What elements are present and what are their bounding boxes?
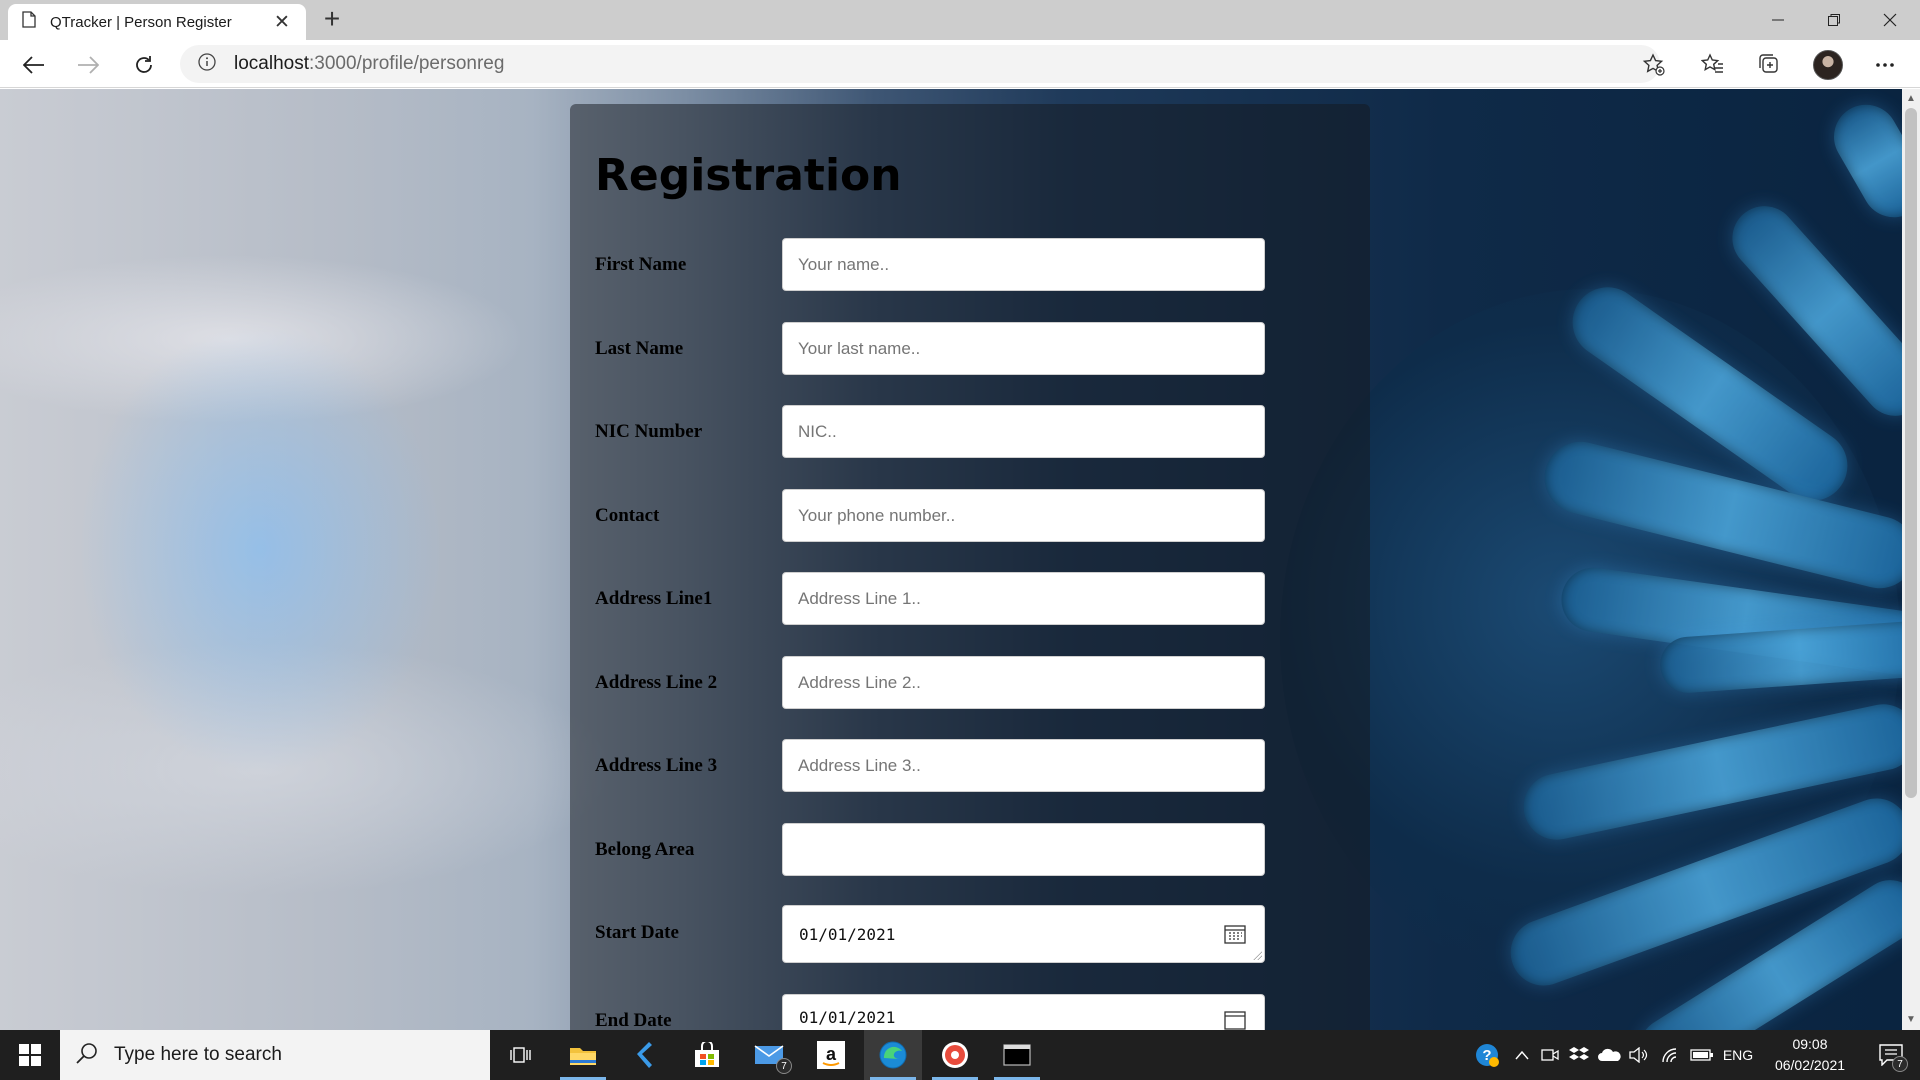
- start-date-value: 01/01/2021: [799, 924, 896, 944]
- nic-number-input[interactable]: [782, 405, 1265, 458]
- page-icon: [22, 11, 36, 33]
- first-name-input[interactable]: [782, 238, 1265, 291]
- add-favorite-icon[interactable]: [1638, 49, 1670, 81]
- page-title: Registration: [595, 150, 902, 201]
- back-arrow-icon: [23, 56, 44, 74]
- more-options-icon[interactable]: [1869, 49, 1901, 81]
- back-button[interactable]: [18, 49, 50, 81]
- close-tab-icon[interactable]: ✕: [272, 11, 292, 34]
- tab-strip: QTracker | Person Register ✕ +: [0, 0, 1920, 40]
- url-text: localhost:3000/profile/personreg: [234, 53, 505, 74]
- system-clock[interactable]: 09:08 06/02/2021: [1760, 1034, 1860, 1076]
- help-icon[interactable]: ?: [1470, 1030, 1504, 1080]
- belong-area-label: Belong Area: [595, 839, 695, 860]
- clock-time: 09:08: [1792, 1036, 1828, 1052]
- clock-date: 06/02/2021: [1774, 1057, 1846, 1073]
- address-line2-label: Address Line 2: [595, 672, 718, 693]
- address-line3-label: Address Line 3: [595, 755, 718, 776]
- new-tab-button[interactable]: +: [318, 5, 346, 34]
- scroll-up-arrow[interactable]: ▲: [1902, 90, 1920, 108]
- mail-badge: 7: [776, 1058, 792, 1074]
- amazon-icon[interactable]: a: [802, 1030, 860, 1080]
- edge-browser-icon[interactable]: [864, 1030, 922, 1080]
- belong-area-input[interactable]: [782, 823, 1265, 876]
- address-line1-input[interactable]: [782, 572, 1265, 625]
- profile-avatar[interactable]: [1813, 50, 1843, 80]
- start-date-label: Start Date: [595, 922, 679, 943]
- file-explorer-icon[interactable]: [554, 1030, 612, 1080]
- svg-text:a: a: [826, 1044, 837, 1064]
- calendar-icon[interactable]: [1224, 924, 1246, 948]
- close-window-button[interactable]: [1862, 0, 1918, 40]
- collections-icon[interactable]: [1754, 49, 1786, 81]
- battery-icon[interactable]: [1688, 1030, 1716, 1080]
- tab-title: QTracker | Person Register: [50, 13, 232, 31]
- last-name-label: Last Name: [595, 338, 684, 359]
- onedrive-icon[interactable]: [1596, 1030, 1624, 1080]
- terminal-icon[interactable]: [988, 1030, 1046, 1080]
- restore-button[interactable]: [1806, 0, 1862, 40]
- contact-label: Contact: [595, 505, 660, 526]
- store-icon[interactable]: [678, 1030, 736, 1080]
- mail-icon[interactable]: 7: [740, 1030, 798, 1080]
- start-date-input[interactable]: 01/01/2021: [782, 905, 1265, 963]
- search-placeholder: Type here to search: [114, 1044, 282, 1065]
- last-name-input[interactable]: [782, 322, 1265, 375]
- browser-tab[interactable]: QTracker | Person Register ✕: [8, 4, 306, 40]
- virus-spike: [1822, 93, 1902, 229]
- browser-toolbar: localhost:3000/profile/personreg: [0, 40, 1920, 88]
- start-button[interactable]: [0, 1030, 60, 1080]
- windows-logo-icon: [19, 1044, 41, 1066]
- meet-now-icon[interactable]: [1538, 1030, 1562, 1080]
- media-app-icon[interactable]: [926, 1030, 984, 1080]
- first-name-label: First Name: [595, 254, 687, 275]
- favorites-icon[interactable]: [1697, 49, 1729, 81]
- forward-arrow-icon: [78, 56, 99, 74]
- taskbar-search[interactable]: Type here to search: [60, 1030, 490, 1080]
- windows-taskbar: Type here to search 7 a ? ENG 09:08 06/0…: [0, 1030, 1920, 1080]
- info-icon[interactable]: [198, 52, 216, 76]
- end-date-value: 01/01/2021: [799, 1008, 896, 1027]
- dropbox-icon[interactable]: [1566, 1030, 1592, 1080]
- address-line1-label: Address Line1: [595, 588, 713, 609]
- end-date-label: End Date: [595, 1010, 672, 1031]
- refresh-button[interactable]: [128, 49, 160, 81]
- scroll-down-arrow[interactable]: ▼: [1902, 1011, 1920, 1029]
- nic-number-label: NIC Number: [595, 421, 703, 442]
- address-line2-input[interactable]: [782, 656, 1265, 709]
- refresh-icon: [136, 56, 152, 73]
- notification-badge: 7: [1892, 1056, 1908, 1072]
- search-icon: [76, 1042, 98, 1069]
- resize-grip[interactable]: [1252, 950, 1262, 960]
- forward-button[interactable]: [72, 49, 104, 81]
- vscode-icon[interactable]: [616, 1030, 674, 1080]
- volume-icon[interactable]: [1626, 1030, 1652, 1080]
- end-date-input[interactable]: 01/01/2021: [782, 994, 1265, 1030]
- wifi-icon[interactable]: [1658, 1030, 1684, 1080]
- scroll-thumb[interactable]: [1905, 108, 1917, 798]
- language-indicator[interactable]: ENG: [1718, 1030, 1758, 1080]
- address-bar[interactable]: localhost:3000/profile/personreg: [180, 45, 1660, 83]
- address-line3-input[interactable]: [782, 739, 1265, 792]
- minimize-button[interactable]: [1750, 0, 1806, 40]
- contact-input[interactable]: [782, 489, 1265, 542]
- task-view-icon[interactable]: [492, 1030, 550, 1080]
- show-hidden-icons[interactable]: [1510, 1030, 1534, 1080]
- action-center-icon[interactable]: 7: [1866, 1030, 1916, 1080]
